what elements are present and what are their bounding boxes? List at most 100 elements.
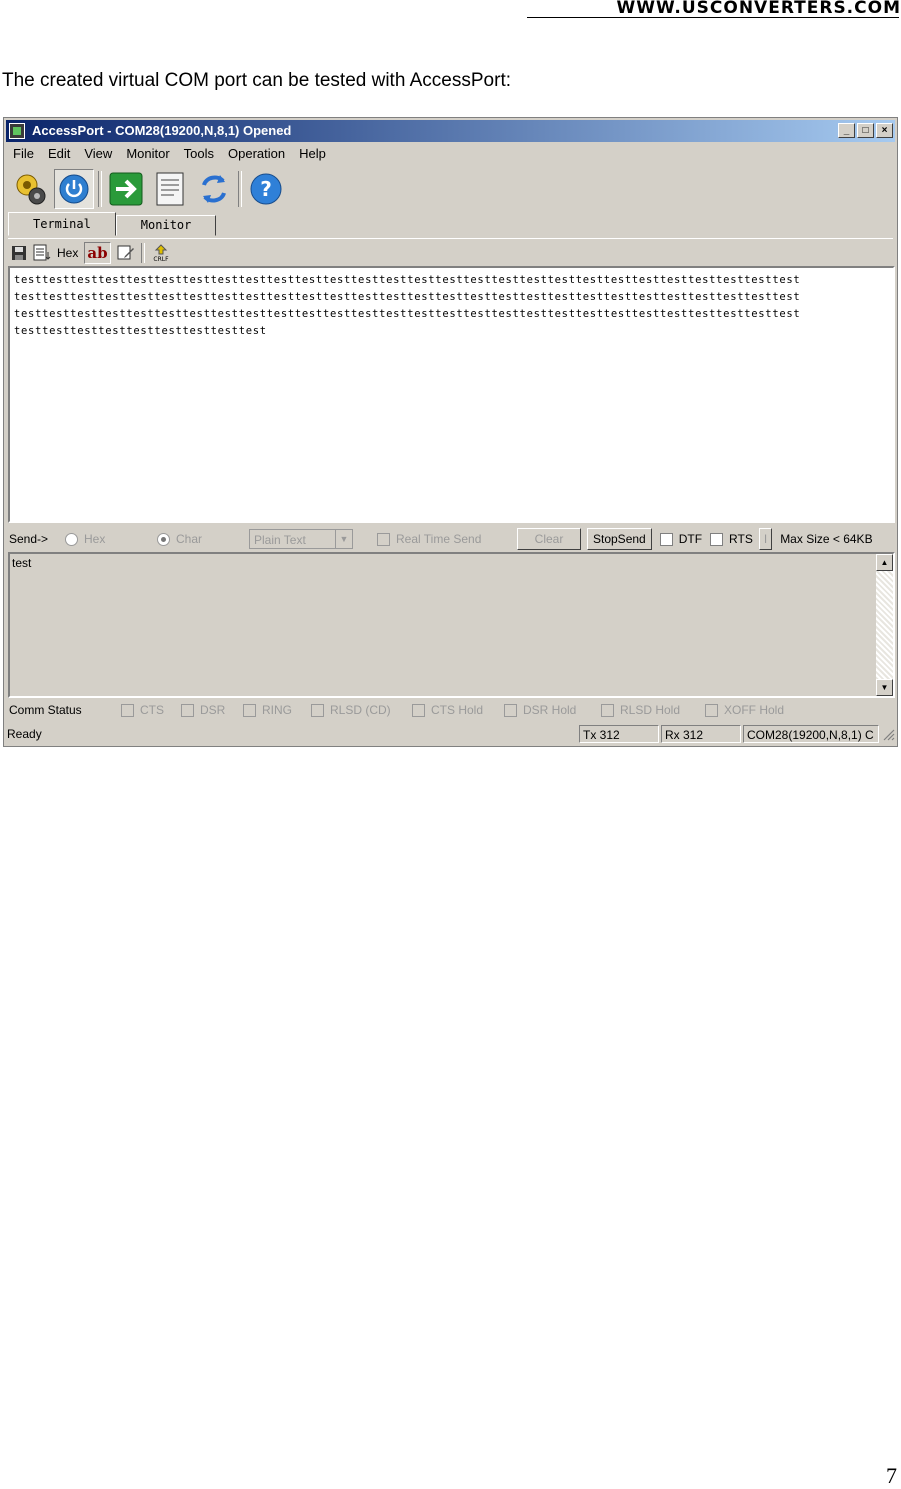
- rlsd-checkbox: [311, 704, 324, 718]
- comm-status-dsr: DSR: [181, 702, 243, 718]
- ring-checkbox: [243, 704, 256, 718]
- comm-status-xoff-hold: XOFF Hold: [705, 702, 785, 718]
- maximize-button[interactable]: □: [857, 123, 874, 138]
- app-icon: [9, 123, 25, 139]
- crlf-icon[interactable]: CRLF: [151, 243, 171, 263]
- char-radio[interactable]: [157, 533, 170, 547]
- send-bar: Send-> Hex Char Plain Text ▼ Real Time Se…: [8, 526, 895, 552]
- xoff-hold-checkbox: [705, 704, 718, 718]
- save-icon[interactable]: [11, 243, 27, 263]
- scroll-up-icon[interactable]: ▲: [876, 554, 893, 571]
- gears-icon[interactable]: [10, 169, 50, 209]
- status-rx: Rx 312: [661, 725, 741, 743]
- power-icon[interactable]: [54, 169, 94, 209]
- scroll-down-icon[interactable]: ▼: [876, 679, 893, 696]
- header-rule: [527, 17, 899, 18]
- status-bar: Ready Tx 312 Rx 312 COM28(19200,N,8,1) C: [6, 723, 895, 745]
- main-toolbar: ?: [6, 166, 286, 212]
- hex-radio-label: Hex: [84, 531, 106, 546]
- format-select-value: Plain Text: [254, 533, 306, 547]
- char-radio-option[interactable]: Char: [157, 531, 249, 547]
- intro-text: The created virtual COM port can be test…: [2, 70, 512, 91]
- comm-status-ring: RING: [243, 702, 311, 718]
- menu-help[interactable]: Help: [292, 144, 333, 164]
- send-scrollbar[interactable]: ▲ ▼: [876, 554, 893, 696]
- comm-status-rlsd-hold: RLSD Hold: [601, 702, 705, 718]
- tab-monitor[interactable]: Monitor: [115, 215, 217, 236]
- stopsend-button[interactable]: StopSend: [587, 528, 652, 550]
- rts-checkbox[interactable]: [710, 533, 724, 547]
- xoff-hold-label: XOFF Hold: [724, 702, 785, 717]
- menu-bar: File Edit View Monitor Tools Operation H…: [6, 144, 333, 164]
- comm-status-bar: Comm Status CTS DSR RING RLSD (CD) CTS H…: [8, 699, 895, 721]
- resize-grip-icon[interactable]: [881, 727, 895, 741]
- rlsd-hold-label: RLSD Hold: [620, 702, 681, 717]
- hex-radio[interactable]: [65, 533, 78, 547]
- minimize-button[interactable]: _: [838, 123, 855, 138]
- terminal-line: testtesttesttesttesttesttesttesttesttest…: [14, 274, 801, 286]
- hex-view-icon[interactable]: [33, 243, 51, 263]
- close-button[interactable]: ×: [876, 123, 893, 138]
- comm-status-cts: CTS: [121, 703, 181, 718]
- dtf-checkbox[interactable]: [659, 533, 673, 547]
- status-port: COM28(19200,N,8,1) C: [743, 725, 879, 743]
- cts-hold-label: CTS Hold: [431, 702, 484, 717]
- hex-label[interactable]: Hex: [57, 243, 78, 263]
- realtime-send-checkbox[interactable]: [377, 533, 390, 547]
- cts-hold-checkbox: [412, 704, 425, 718]
- toolbar-separator: [238, 171, 242, 207]
- tab-strip: Terminal Monitor: [8, 212, 217, 236]
- rlsd-hold-checkbox: [601, 704, 614, 718]
- arrow-right-icon[interactable]: [106, 169, 146, 209]
- dtf-option[interactable]: DTF: [659, 531, 703, 547]
- format-select[interactable]: Plain Text ▼: [249, 529, 353, 549]
- text-mode-icon[interactable]: ab: [84, 241, 111, 264]
- refresh-icon[interactable]: [194, 169, 234, 209]
- separator-button[interactable]: I: [758, 528, 773, 550]
- header-url: WWW.USCONVERTERS.COM: [616, 0, 901, 18]
- char-radio-label: Char: [176, 531, 203, 546]
- menu-operation[interactable]: Operation: [221, 144, 292, 164]
- dsr-hold-checkbox: [504, 704, 517, 718]
- terminal-output[interactable]: testtesttesttesttesttesttesttesttesttest…: [8, 266, 895, 523]
- help-icon[interactable]: ?: [246, 169, 286, 209]
- ring-label: RING: [262, 702, 292, 717]
- rlsd-label: RLSD (CD): [330, 702, 391, 717]
- realtime-send-option[interactable]: Real Time Send: [377, 531, 517, 547]
- menu-tools[interactable]: Tools: [177, 144, 221, 164]
- status-ready: Ready: [7, 727, 42, 741]
- comm-status-label: Comm Status: [9, 703, 82, 717]
- hex-radio-option[interactable]: Hex: [65, 531, 157, 547]
- menu-view[interactable]: View: [77, 144, 119, 164]
- comm-status-dsr-hold: DSR Hold: [504, 702, 601, 718]
- tab-terminal[interactable]: Terminal: [8, 212, 116, 236]
- terminal-toolbar: Hex ab CRLF: [8, 238, 893, 266]
- toolbar-separator: [140, 242, 145, 263]
- terminal-line: testtesttesttesttesttesttesttesttest: [14, 325, 267, 337]
- menu-edit[interactable]: Edit: [41, 144, 77, 164]
- chevron-down-icon[interactable]: ▼: [335, 530, 352, 548]
- dtf-label: DTF: [678, 531, 703, 546]
- comm-status-rlsd: RLSD (CD): [311, 702, 412, 718]
- dsr-checkbox: [181, 704, 194, 718]
- clear-button[interactable]: Clear: [517, 528, 581, 550]
- page-number: 7: [886, 1463, 897, 1488]
- menu-file[interactable]: File: [6, 144, 41, 164]
- menu-monitor[interactable]: Monitor: [119, 144, 176, 164]
- toolbar-separator: [98, 171, 102, 207]
- terminal-line: testtesttesttesttesttesttesttesttesttest…: [14, 291, 801, 303]
- terminal-line: testtesttesttesttesttesttesttesttesttest…: [14, 308, 801, 320]
- cts-checkbox: [121, 704, 134, 718]
- svg-text:?: ?: [260, 177, 272, 201]
- edit-icon[interactable]: [117, 243, 135, 263]
- document-icon[interactable]: [150, 169, 190, 209]
- dsr-hold-label: DSR Hold: [523, 702, 577, 717]
- send-input-text: test: [12, 556, 32, 570]
- realtime-send-label: Real Time Send: [396, 531, 482, 546]
- dsr-label: DSR: [200, 702, 226, 717]
- max-size-label: Max Size < 64KB: [780, 532, 873, 546]
- rts-label: RTS: [729, 531, 753, 546]
- rts-option[interactable]: RTS: [710, 531, 753, 547]
- send-label: Send->: [9, 532, 49, 546]
- send-input[interactable]: test ▲ ▼: [8, 552, 895, 698]
